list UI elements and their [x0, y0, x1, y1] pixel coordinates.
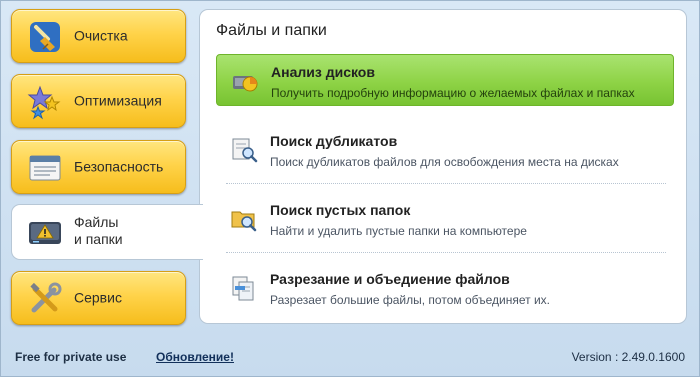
nav-security-button[interactable]: Безопасность: [11, 140, 186, 194]
item-title: Поиск дубликатов: [270, 133, 398, 149]
item-description: Поиск дубликатов файлов для освобождения…: [270, 155, 619, 169]
nav-files-folders-button[interactable]: Файлы и папки: [11, 204, 203, 260]
item-description: Найти и удалить пустые папки на компьюте…: [270, 224, 527, 238]
drive-warning-icon: [29, 222, 61, 244]
item-divider: [226, 252, 666, 253]
nav-label-line1: Файлы: [74, 214, 119, 230]
empty-folders-search-item[interactable]: Поиск пустых папок Найти и удалить пусты…: [216, 193, 674, 245]
nav-label-line2: и папки: [74, 230, 123, 247]
nav-cleanup-button[interactable]: Очистка: [11, 9, 186, 63]
item-title: Поиск пустых папок: [270, 202, 411, 218]
nav-service-button[interactable]: Сервис: [11, 271, 186, 325]
nav-label: Сервис: [74, 289, 122, 306]
item-description: Разрезает большие файлы, потом объединяе…: [270, 293, 550, 307]
content-panel: Файлы и папки Анализ дисков Получить под…: [199, 9, 687, 324]
update-link[interactable]: Обновление!: [156, 350, 234, 364]
nav-label: Оптимизация: [74, 92, 162, 109]
nav-label: Файлы и папки: [74, 214, 123, 248]
folder-search-icon: [231, 211, 257, 232]
item-description: Получить подробную информацию о желаемых…: [271, 86, 635, 100]
item-title: Разрезание и объедиение файлов: [270, 271, 510, 287]
duplicate-search-item[interactable]: Поиск дубликатов Поиск дубликатов файлов…: [216, 124, 674, 176]
nav-optimization-button[interactable]: Оптимизация: [11, 74, 186, 128]
disk-analysis-item[interactable]: Анализ дисков Получить подробную информа…: [216, 54, 674, 106]
version-text: Version : 2.49.0.1600: [571, 350, 685, 364]
file-split-merge-item[interactable]: Разрезание и объедиение файлов Разрезает…: [216, 262, 674, 314]
disk-pie-icon: [233, 76, 258, 92]
item-divider: [226, 183, 666, 184]
file-split-icon: [232, 276, 254, 301]
document-search-icon: [232, 138, 258, 163]
stars-icon: [27, 85, 61, 120]
tools-icon: [30, 282, 62, 313]
broom-icon: [30, 22, 60, 52]
document-shield-icon: [29, 155, 61, 181]
nav-label: Безопасность: [74, 158, 164, 175]
app-window: Очистка Оптимизация Безопасность Файлы и…: [0, 0, 700, 377]
item-title: Анализ дисков: [271, 64, 375, 80]
panel-title: Файлы и папки: [216, 22, 327, 39]
license-text: Free for private use: [15, 350, 127, 364]
nav-label: Очистка: [74, 27, 128, 44]
